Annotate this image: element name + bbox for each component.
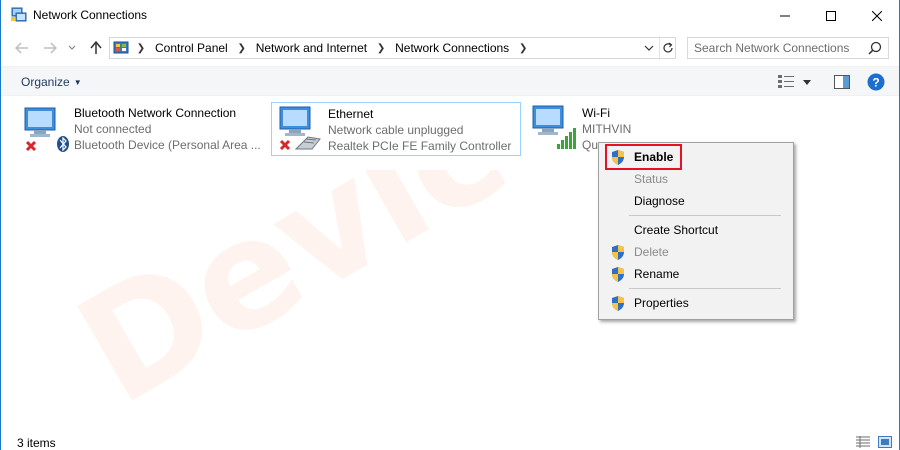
help-label: ? bbox=[872, 76, 879, 90]
menu-separator bbox=[629, 288, 781, 289]
breadcrumb-network-connections[interactable]: Network Connections bbox=[390, 41, 514, 55]
connection-status: MITHVIN bbox=[582, 122, 632, 136]
menu-item-properties[interactable]: Properties bbox=[601, 292, 791, 314]
connection-device: Qu bbox=[582, 138, 599, 152]
minimize-button[interactable] bbox=[762, 0, 808, 31]
chevron-down-icon bbox=[68, 45, 76, 50]
forward-arrow-icon bbox=[44, 42, 57, 54]
maximize-button[interactable] bbox=[808, 0, 854, 31]
close-icon bbox=[872, 10, 882, 21]
item-count: 3 items bbox=[17, 436, 56, 450]
search-icon[interactable] bbox=[868, 41, 882, 55]
refresh-button[interactable] bbox=[659, 38, 676, 58]
control-panel-icon bbox=[113, 40, 129, 56]
breadcrumb-separator[interactable]: ❯ bbox=[514, 43, 532, 54]
details-view-button[interactable] bbox=[856, 436, 870, 448]
connection-status: Network cable unplugged bbox=[328, 123, 464, 137]
maximize-icon bbox=[826, 10, 836, 21]
command-bar: Organize ▼ ? bbox=[1, 66, 899, 96]
chevron-down-icon bbox=[644, 45, 654, 51]
preview-pane-icon bbox=[834, 75, 850, 89]
search-box[interactable] bbox=[687, 37, 889, 59]
menu-item-create-shortcut[interactable]: Create Shortcut bbox=[601, 219, 791, 241]
up-button[interactable] bbox=[87, 39, 105, 57]
menu-item-label: Properties bbox=[634, 296, 689, 310]
menu-item-status[interactable]: Status bbox=[601, 168, 791, 190]
help-button[interactable]: ? bbox=[867, 73, 885, 91]
connection-status: Not connected bbox=[74, 122, 152, 136]
menu-item-label: Create Shortcut bbox=[634, 223, 719, 237]
organize-label: Organize bbox=[21, 75, 70, 89]
connection-item-bluetooth[interactable]: Bluetooth Network Connection Not connect… bbox=[17, 102, 263, 156]
organize-button[interactable]: Organize ▼ bbox=[21, 75, 82, 89]
forward-button[interactable] bbox=[41, 39, 59, 57]
menu-item-diagnose[interactable]: Diagnose bbox=[601, 190, 791, 212]
navigation-bar: ❯ Control Panel ❯ Network and Internet ❯… bbox=[1, 34, 899, 62]
connection-name: Wi-Fi bbox=[582, 106, 610, 120]
change-view-button[interactable] bbox=[777, 74, 795, 90]
menu-item-delete[interactable]: Delete bbox=[601, 241, 791, 263]
network-connections-icon bbox=[11, 7, 27, 23]
search-input[interactable] bbox=[694, 41, 864, 55]
breadcrumb-separator[interactable]: ❯ bbox=[233, 43, 251, 54]
view-options-button[interactable] bbox=[801, 74, 813, 90]
connection-item-wifi[interactable]: Wi-Fi MITHVIN Qu bbox=[525, 102, 631, 156]
close-button[interactable] bbox=[854, 0, 900, 31]
breadcrumb-separator[interactable]: ❯ bbox=[372, 43, 390, 54]
preview-pane-button[interactable] bbox=[833, 74, 851, 90]
status-bar: 3 items bbox=[1, 432, 899, 450]
breadcrumb-network-and-internet[interactable]: Network and Internet bbox=[251, 41, 372, 55]
connection-device: Bluetooth Device (Personal Area ... bbox=[74, 138, 261, 152]
back-button[interactable] bbox=[13, 39, 31, 57]
chevron-down-icon: ▼ bbox=[73, 78, 82, 87]
menu-item-rename[interactable]: Rename bbox=[601, 263, 791, 285]
enable-highlight-annotation bbox=[605, 144, 682, 170]
title-bar[interactable]: Network Connections bbox=[1, 0, 899, 32]
details-view-icon bbox=[778, 75, 794, 88]
ethernet-adapter-icon bbox=[276, 105, 321, 153]
large-icons-view-icon bbox=[878, 436, 892, 448]
chevron-down-icon bbox=[803, 79, 811, 85]
bluetooth-adapter-icon bbox=[21, 104, 69, 152]
window-title: Network Connections bbox=[33, 8, 148, 22]
minimize-icon bbox=[780, 15, 790, 16]
connection-device: Realtek PCIe FE Family Controller bbox=[328, 139, 512, 153]
wifi-adapter-icon bbox=[529, 104, 576, 152]
help-icon: ? bbox=[867, 73, 885, 91]
explorer-window: Network Connections ❯ Control Panel ❯ Ne… bbox=[0, 0, 900, 450]
address-history-button[interactable] bbox=[639, 38, 659, 58]
menu-item-label: Diagnose bbox=[634, 194, 685, 208]
breadcrumb: ❯ Control Panel ❯ Network and Internet ❯… bbox=[132, 41, 532, 55]
up-arrow-icon bbox=[90, 41, 102, 54]
connection-name: Ethernet bbox=[328, 107, 374, 121]
connection-name: Bluetooth Network Connection bbox=[74, 106, 237, 120]
menu-item-label: Delete bbox=[634, 245, 669, 259]
recent-locations-button[interactable] bbox=[63, 39, 81, 57]
address-bar[interactable]: ❯ Control Panel ❯ Network and Internet ❯… bbox=[109, 37, 676, 59]
refresh-icon bbox=[663, 42, 673, 53]
menu-item-label: Rename bbox=[634, 267, 680, 281]
back-arrow-icon bbox=[15, 42, 28, 54]
breadcrumb-control-panel[interactable]: Control Panel bbox=[150, 41, 233, 55]
connection-item-ethernet[interactable]: Ethernet Network cable unplugged Realtek… bbox=[271, 102, 521, 156]
uac-shield-icon bbox=[611, 267, 625, 282]
large-icons-view-button[interactable] bbox=[878, 436, 892, 448]
uac-shield-icon bbox=[611, 245, 625, 260]
details-view-icon bbox=[856, 436, 870, 448]
menu-item-label: Status bbox=[634, 172, 669, 186]
breadcrumb-separator[interactable]: ❯ bbox=[132, 43, 150, 54]
uac-shield-icon bbox=[611, 296, 625, 311]
menu-separator bbox=[629, 215, 781, 216]
